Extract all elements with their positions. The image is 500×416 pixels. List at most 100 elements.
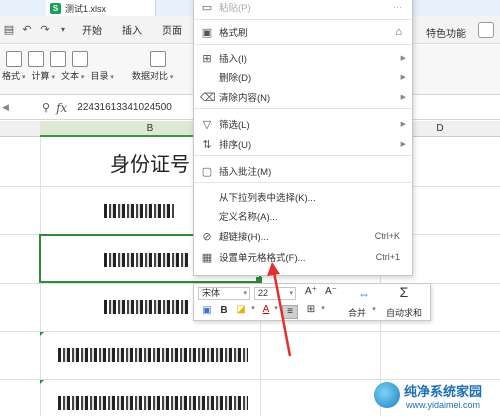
dropdown-icon[interactable]: ▾: [54, 25, 72, 34]
font-color-icon[interactable]: A: [260, 304, 272, 315]
watermark-url: www.yidaimei.com: [406, 400, 481, 410]
undo-icon[interactable]: ↶: [18, 23, 36, 36]
insert-icon: ⊞: [202, 52, 212, 65]
menu-item-label: 格式刷: [219, 28, 248, 39]
file-tab-label: 测试1.xlsx: [65, 3, 107, 14]
header-cell[interactable]: 身份证号: [40, 137, 190, 187]
menu-item-define-name[interactable]: 定义名称(A)...: [194, 206, 412, 226]
shortcut-label: Ctrl+1: [375, 252, 400, 262]
decrease-font-icon[interactable]: A⁻: [324, 286, 338, 297]
formula-input[interactable]: 22431613341024500: [77, 102, 172, 113]
chevron-down-icon[interactable]: ▾: [370, 305, 378, 313]
table-row[interactable]: [104, 300, 194, 314]
menu-item-insert-comment[interactable]: ▢ 插入批注(M): [194, 161, 412, 181]
table-row[interactable]: [58, 348, 254, 362]
blurred-id: [58, 396, 248, 410]
autosum-button[interactable]: 自动求和: [384, 306, 424, 319]
menu-item-label: 筛选(L): [219, 120, 250, 131]
menu-item-label: 清除内容(N): [219, 93, 271, 104]
menu-item-label: 粘贴(P): [219, 3, 251, 14]
more-icon: ···: [393, 2, 402, 12]
menu-item-label: 插入批注(M): [219, 167, 272, 178]
divider: [194, 155, 412, 156]
catalog-icon[interactable]: [72, 51, 88, 67]
menu-item-format-cells[interactable]: ▦ 设置单元格格式(F)... Ctrl+1: [194, 247, 412, 267]
fill-color-icon[interactable]: ◪: [234, 304, 248, 315]
spreadsheet-file-icon: S: [50, 2, 61, 14]
function-icon[interactable]: fx: [56, 101, 67, 115]
merge-button[interactable]: 合并: [342, 306, 372, 319]
zoom-icon[interactable]: ⚲: [42, 101, 50, 114]
format-cell-icon[interactable]: ▣: [200, 305, 214, 316]
context-menu: ▭ 粘贴(P) ··· ▣ 格式刷 ⌂ ⊞ 插入(I) ▶ 删除(D) ▶ ⌫ …: [193, 0, 413, 276]
bold-button[interactable]: B: [218, 305, 230, 316]
menu-page[interactable]: 页面: [152, 22, 192, 37]
shortcut-label: Ctrl+K: [374, 231, 400, 241]
ribbon-calculate[interactable]: 计算: [31, 69, 54, 82]
table-row[interactable]: [104, 204, 194, 218]
chevron-right-icon: ▶: [400, 94, 406, 101]
chevron-down-icon[interactable]: ▾: [319, 304, 327, 312]
chevron-right-icon: ▶: [400, 74, 406, 81]
menu-item-hyperlink[interactable]: ⊘ 超链接(H)... Ctrl+K: [194, 226, 412, 246]
font-size-select[interactable]: 22: [254, 287, 296, 300]
menu-item-label: 从下拉列表中选择(K)...: [219, 193, 316, 204]
watermark-title: 纯净系统家园: [404, 385, 483, 400]
comment-icon: ▢: [201, 165, 213, 178]
format-icon[interactable]: [6, 51, 22, 67]
format-painter-icon: ▣: [201, 26, 213, 39]
ribbon-data-compare[interactable]: 数据对比: [132, 69, 173, 82]
border-icon[interactable]: ⊞: [304, 304, 318, 315]
ribbon-spacer: [120, 69, 126, 82]
ribbon-format[interactable]: 格式: [2, 69, 25, 82]
blurred-id: [104, 204, 174, 218]
redo-icon[interactable]: ↷: [36, 23, 54, 36]
divider: [194, 108, 412, 109]
data-compare-icon[interactable]: [150, 51, 166, 67]
ribbon-text[interactable]: 文本: [61, 69, 84, 82]
divider: [194, 182, 412, 183]
menu-item-label: 定义名称(A)...: [219, 212, 278, 223]
brush-icon: ⌂: [395, 26, 402, 38]
menu-item-label: 设置单元格格式(F)...: [219, 253, 306, 264]
merge-icon[interactable]: ⇔: [354, 287, 374, 301]
eraser-icon: ⌫: [200, 91, 216, 104]
menu-item-clear-contents[interactable]: ⌫ 清除内容(N) ▶: [194, 87, 412, 107]
format-cells-icon: ▦: [201, 251, 213, 264]
sort-icon: ⇅: [202, 138, 212, 151]
skin-icon[interactable]: [478, 22, 494, 38]
error-indicator: [40, 380, 44, 384]
menu-item-label: 超链接(H)...: [219, 232, 269, 243]
menu-item-filter[interactable]: ▽ 筛选(L) ▶: [194, 114, 412, 134]
menu-item-format-painter[interactable]: ▣ 格式刷 ⌂: [194, 22, 412, 42]
menu-insert[interactable]: 插入: [112, 22, 152, 37]
ribbon-catalog[interactable]: 目录: [90, 69, 113, 82]
save-icon[interactable]: ▤: [0, 23, 18, 36]
error-indicator: [40, 332, 44, 336]
chevron-down-icon[interactable]: ▾: [272, 304, 280, 312]
menu-item-sort[interactable]: ⇅ 排序(U) ▶: [194, 134, 412, 154]
table-row[interactable]: [58, 396, 254, 410]
menu-special-features[interactable]: 特色功能: [426, 25, 466, 40]
menu-item-delete[interactable]: 删除(D) ▶: [194, 67, 412, 87]
menu-home[interactable]: 开始: [72, 22, 112, 37]
divider: [194, 44, 412, 45]
menu-item-pick-from-list[interactable]: 从下拉列表中选择(K)...: [194, 187, 412, 207]
chevron-left-icon[interactable]: ◀: [2, 102, 12, 113]
file-tab[interactable]: S 测试1.xlsx: [46, 0, 156, 16]
align-center-icon[interactable]: ≡: [282, 305, 298, 319]
menu-item-paste[interactable]: ▭ 粘贴(P) ···: [194, 0, 412, 17]
font-name-select[interactable]: 宋体: [198, 287, 250, 300]
menu-item-label: 排序(U): [219, 140, 252, 151]
increase-font-icon[interactable]: A⁺: [304, 286, 318, 297]
chevron-down-icon[interactable]: ▾: [249, 304, 257, 312]
watermark: 纯净系统家园 www.yidaimei.com: [374, 380, 498, 414]
calculate-icon[interactable]: [28, 51, 44, 67]
paste-icon: ▭: [201, 1, 213, 14]
sum-icon[interactable]: Σ: [394, 284, 414, 300]
link-icon: ⊘: [202, 230, 212, 243]
text-icon[interactable]: [50, 51, 66, 67]
menu-item-insert[interactable]: ⊞ 插入(I) ▶: [194, 48, 412, 68]
grid-line: [0, 331, 500, 332]
menu-item-label: 插入(I): [219, 54, 247, 65]
